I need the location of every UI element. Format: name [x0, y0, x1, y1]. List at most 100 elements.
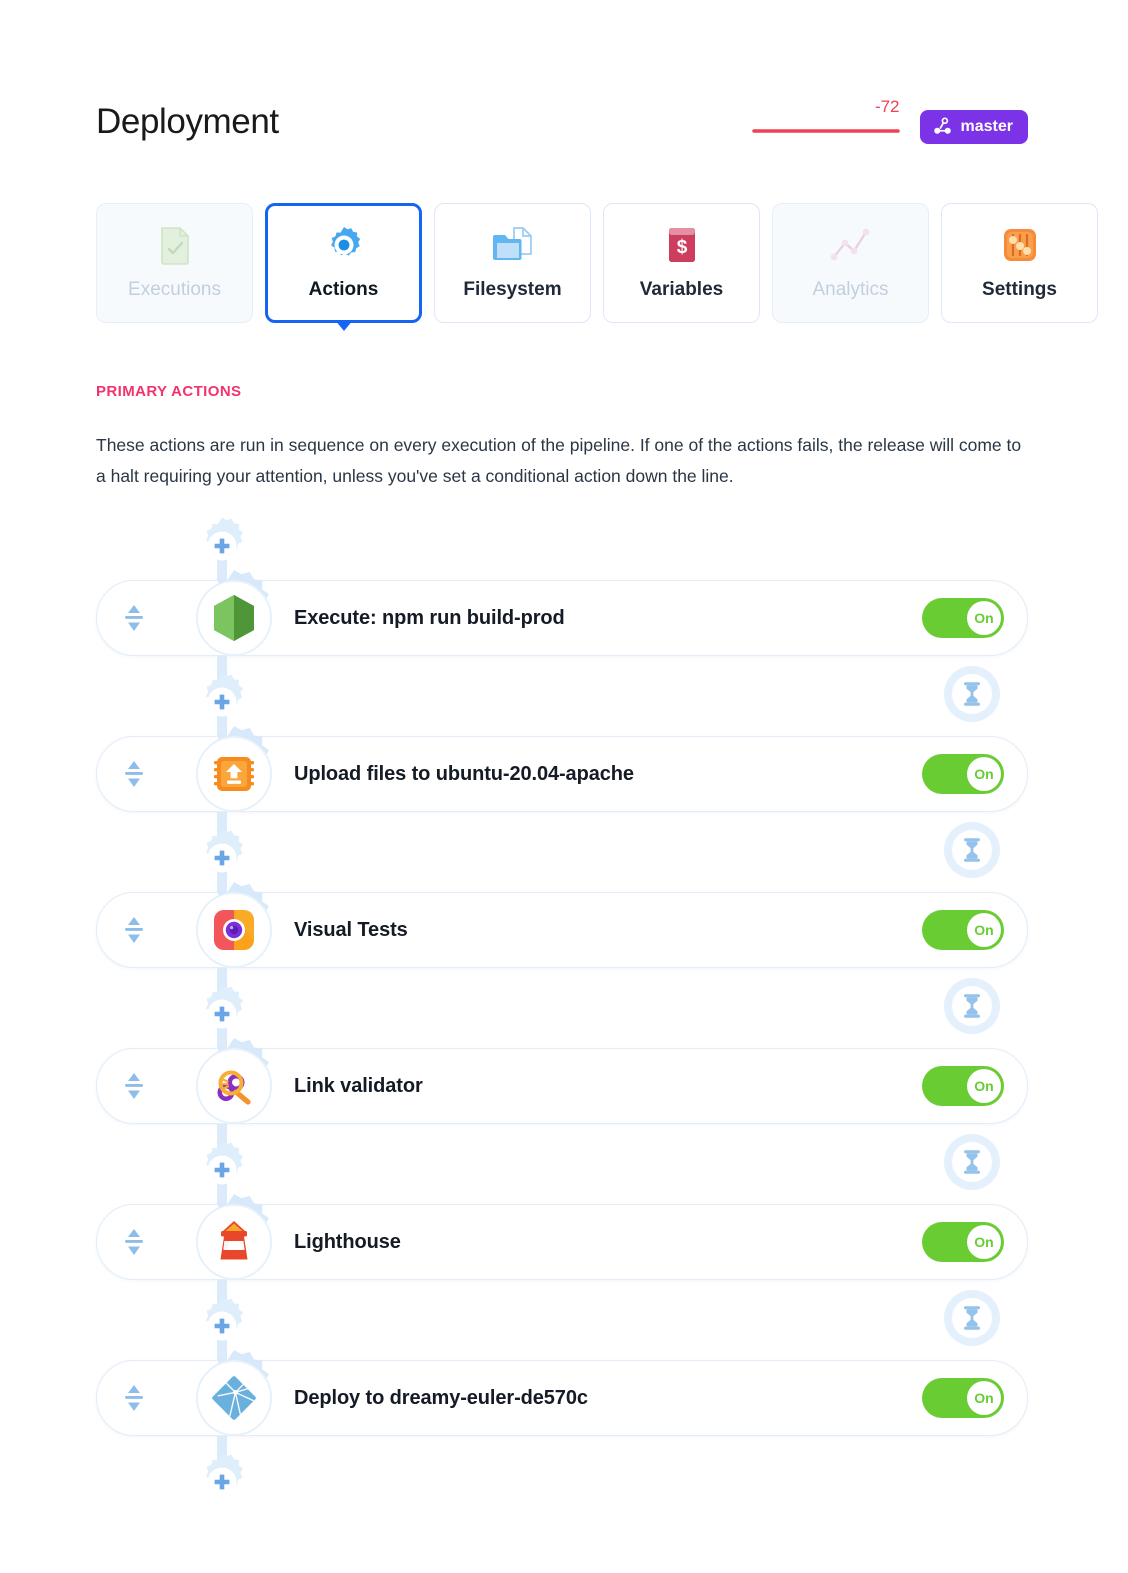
add-action-button[interactable] — [192, 1296, 252, 1356]
pipeline-connector — [96, 500, 1028, 580]
add-action-gear-icon — [205, 673, 243, 717]
tab-analytics-label: Analytics — [812, 279, 889, 300]
action-icon-button[interactable] — [198, 1050, 270, 1122]
action-toggle[interactable]: On — [922, 1378, 1004, 1418]
tab-filesystem[interactable]: Filesystem — [434, 203, 591, 323]
wait-step-button[interactable] — [944, 1290, 1000, 1346]
action-toggle[interactable]: On — [922, 598, 1004, 638]
action-label: Visual Tests — [294, 918, 408, 941]
pipeline-connector — [96, 656, 1028, 736]
action-icon-button[interactable] — [198, 1206, 270, 1278]
action-drag-handle[interactable] — [97, 1204, 171, 1280]
pipeline-connector — [96, 812, 1028, 892]
action-row: Lighthouse On — [96, 1194, 1028, 1280]
drag-updown-icon — [125, 605, 143, 631]
add-action-gear-icon — [205, 1453, 243, 1497]
drag-updown-icon — [125, 1073, 143, 1099]
netlify-diamond-icon — [212, 1376, 256, 1420]
action-icon-button[interactable] — [198, 582, 270, 654]
action-label: Link validator — [294, 1074, 423, 1097]
add-action-gear-icon — [205, 517, 243, 561]
trend-value: -72 — [874, 97, 900, 116]
hourglass-icon — [964, 838, 980, 862]
action-toggle[interactable]: On — [922, 910, 1004, 950]
gear-icon — [324, 225, 364, 265]
section-description: These actions are run in sequence on eve… — [96, 435, 1022, 486]
add-action-button[interactable] — [192, 672, 252, 732]
pipeline-connector — [96, 968, 1028, 1048]
action-toggle[interactable]: On — [922, 754, 1004, 794]
action-drag-handle[interactable] — [97, 736, 171, 812]
action-toggle[interactable]: On — [922, 1222, 1004, 1262]
section-title: PRIMARY ACTIONS — [96, 383, 242, 400]
tab-settings[interactable]: Settings — [941, 203, 1098, 323]
wait-step-inner — [952, 1298, 992, 1338]
lighthouse-icon — [220, 1221, 248, 1260]
page-header: Deployment -72 master — [96, 90, 1028, 152]
tab-actions[interactable]: Actions — [265, 203, 422, 331]
add-action-button[interactable] — [192, 828, 252, 888]
action-toggle-knob: On — [967, 601, 1001, 635]
action-icon-button[interactable] — [198, 894, 270, 966]
sparkline-path-icon — [751, 129, 900, 133]
svg-text:$: $ — [676, 237, 687, 258]
branch-badge[interactable]: master — [919, 110, 1028, 144]
add-action-gear-icon — [205, 1141, 243, 1185]
drag-updown-icon — [125, 761, 143, 787]
add-action-button[interactable] — [192, 984, 252, 1044]
tab-filesystem-label: Filesystem — [463, 279, 562, 300]
action-drag-handle[interactable] — [97, 1360, 171, 1436]
add-action-gear-icon — [205, 985, 243, 1029]
wait-step-button[interactable] — [944, 822, 1000, 878]
header-right-group: -72 master — [751, 97, 1028, 144]
dollar-book-icon: $ — [666, 225, 698, 265]
action-toggle[interactable]: On — [922, 1066, 1004, 1106]
pipeline-connector — [96, 1436, 1028, 1516]
deployment-page: Deployment -72 master Executions Actions… — [0, 0, 1128, 1573]
folder-files-icon — [492, 225, 534, 265]
tab-bar: Executions Actions Filesystem $ Variable… — [96, 203, 1098, 331]
drag-updown-icon — [125, 1385, 143, 1411]
add-action-gear-icon — [205, 1297, 243, 1341]
wait-step-button[interactable] — [944, 1134, 1000, 1190]
action-drag-handle[interactable] — [97, 580, 171, 656]
tab-executions-label: Executions — [128, 279, 221, 300]
hourglass-icon — [964, 682, 980, 706]
trend-sparkline: -72 — [751, 97, 900, 144]
wait-step-button[interactable] — [944, 666, 1000, 722]
tab-variables[interactable]: $ Variables — [603, 203, 760, 323]
line-chart-icon — [830, 225, 872, 265]
action-drag-handle[interactable] — [97, 1048, 171, 1124]
execution-document-check-icon — [157, 225, 193, 265]
action-row: Visual Tests On — [96, 882, 1028, 968]
branch-name: master — [960, 117, 1013, 135]
action-icon-button[interactable] — [198, 738, 270, 810]
tab-analytics[interactable]: Analytics — [772, 203, 929, 323]
tab-executions[interactable]: Executions — [96, 203, 253, 323]
action-label: Upload files to ubuntu-20.04-apache — [294, 762, 634, 785]
action-icon-button[interactable] — [198, 1362, 270, 1434]
nodejs-hexagon-icon — [214, 595, 254, 641]
wait-step-button[interactable] — [944, 978, 1000, 1034]
tab-active-arrow-icon — [334, 320, 353, 331]
branch-icon — [933, 117, 951, 134]
wait-step-inner — [952, 674, 992, 714]
add-action-button[interactable] — [192, 1452, 252, 1512]
action-label: Deploy to dreamy-euler-de570c — [294, 1386, 588, 1409]
link-validator-icon — [217, 1070, 251, 1105]
page-title: Deployment — [96, 101, 279, 141]
add-action-button[interactable] — [192, 516, 252, 576]
action-drag-handle[interactable] — [97, 892, 171, 968]
server-upload-icon — [214, 757, 254, 791]
tab-actions-label: Actions — [308, 279, 379, 300]
pipeline-connector — [96, 1280, 1028, 1360]
sliders-icon — [1002, 225, 1038, 265]
add-action-button[interactable] — [192, 1140, 252, 1200]
wait-step-inner — [952, 986, 992, 1026]
tab-variables-label: Variables — [639, 279, 724, 300]
hourglass-icon — [964, 994, 980, 1018]
action-label: Execute: npm run build-prod — [294, 606, 565, 629]
hourglass-icon — [964, 1150, 980, 1174]
action-toggle-knob: On — [967, 1225, 1001, 1259]
action-toggle-knob: On — [967, 1069, 1001, 1103]
